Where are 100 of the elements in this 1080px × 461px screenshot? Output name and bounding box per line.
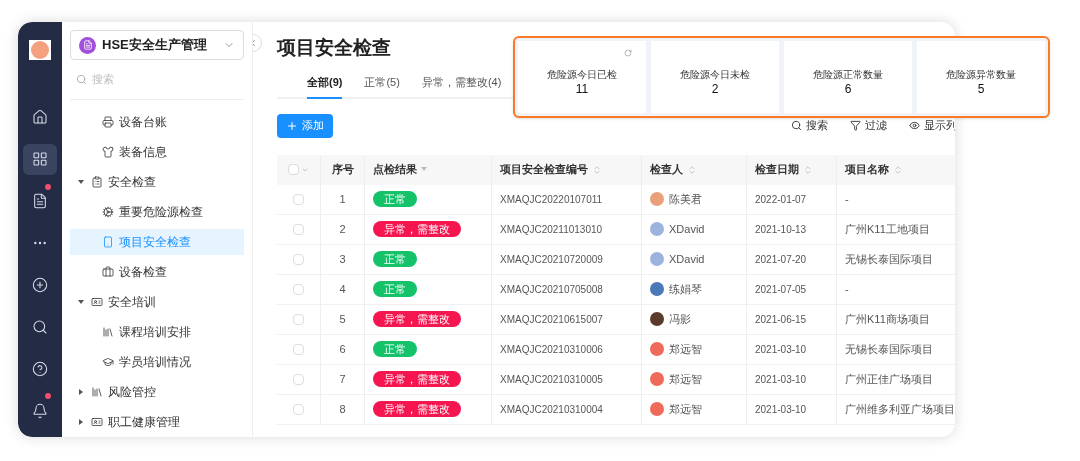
table-cell-text: 1 — [339, 191, 346, 207]
nav-item[interactable]: 课程培训安排 — [70, 319, 244, 345]
search-field[interactable]: 搜索 — [92, 71, 212, 88]
table-cell-text: 2022-01-07 — [755, 192, 807, 207]
app-switcher[interactable]: HSE安全生产管理 — [70, 30, 244, 60]
nav-item[interactable]: 职工健康管理 — [70, 409, 244, 435]
logo-icon — [29, 40, 51, 60]
books-icon — [91, 386, 103, 398]
table-cell-text: 广州正佳广场项目 — [845, 371, 933, 387]
table-cell-text: 2021-10-13 — [755, 222, 807, 237]
avatar-icon — [650, 372, 664, 386]
tab[interactable]: 全部(9) — [307, 74, 343, 99]
row-checkbox[interactable] — [293, 253, 304, 265]
table-cell-text: 郑远智 — [669, 401, 702, 417]
column-header: 点检结果 — [373, 162, 417, 178]
phone-icon — [102, 236, 114, 248]
select-all-checkbox[interactable] — [288, 164, 299, 175]
caret-icon — [78, 389, 84, 395]
search-icon — [76, 74, 87, 85]
filter-icon — [850, 120, 861, 131]
sort-icon[interactable] — [893, 164, 903, 175]
column-header: 检查人 — [650, 162, 683, 178]
nav-item[interactable]: 学员培训情况 — [70, 349, 244, 375]
gear-icon — [102, 206, 114, 218]
row-checkbox[interactable] — [293, 343, 304, 355]
nav-item[interactable]: 装备信息 — [70, 139, 244, 165]
filter-caret-icon[interactable] — [421, 167, 427, 172]
table-cell-text: 8 — [339, 401, 346, 417]
table-cell-text: XDavid — [669, 251, 705, 267]
status-tag: 异常，需整改 — [373, 221, 461, 237]
status-tag: 正常 — [373, 281, 417, 297]
printer-icon — [102, 116, 114, 128]
stat-value: 11 — [575, 81, 589, 96]
status-tag: 正常 — [373, 251, 417, 267]
refresh-icon[interactable] — [624, 49, 632, 57]
table-cell-text: 2021-03-10 — [755, 342, 807, 357]
nav-item[interactable]: 重要危险源检查 — [70, 199, 244, 225]
table-cell-text: 7 — [339, 371, 346, 387]
table-cell-text: 2021-06-15 — [755, 312, 807, 327]
status-tag: 异常，需整改 — [373, 371, 461, 387]
sort-icon[interactable] — [687, 164, 697, 175]
table-cell-text: 广州维多利亚广场项目 — [845, 401, 955, 417]
nav-item[interactable]: 风险管控 — [70, 379, 244, 405]
table-cell-text: 无锡长泰国际项目 — [845, 251, 933, 267]
caret-icon — [78, 419, 84, 425]
stat-label: 危险源正常数量 — [813, 67, 883, 82]
eye-icon — [909, 120, 920, 131]
table-cell-text: 2021-03-10 — [755, 402, 807, 417]
plus-icon — [286, 119, 298, 132]
row-checkbox[interactable] — [293, 283, 304, 295]
row-checkbox[interactable] — [293, 313, 304, 325]
table-cell-text: - — [845, 191, 849, 207]
nav-item[interactable]: 安全培训 — [70, 289, 244, 315]
table-cell-text: 2 — [339, 221, 346, 237]
table-cell-text: XMAQJC20211013010 — [500, 222, 603, 237]
caret-icon — [78, 299, 84, 305]
row-checkbox[interactable] — [293, 193, 304, 205]
table-cell-text: 4 — [339, 281, 346, 297]
column-header: 项目名称 — [845, 162, 889, 178]
table-cell-text: 郑远智 — [669, 371, 702, 387]
tab[interactable]: 异常，需整改(4) — [421, 74, 502, 99]
table-cell-text: XMAQJC20210615007 — [500, 312, 603, 327]
stat-label: 危险源今日未检 — [680, 67, 750, 82]
stat-value: 5 — [977, 81, 985, 96]
row-checkbox[interactable] — [293, 223, 304, 235]
table-cell-text: XMAQJC20220107011 — [500, 192, 603, 207]
page-title: 项目安全检查 — [277, 36, 391, 60]
books-icon — [102, 326, 114, 338]
status-tag: 正常 — [373, 191, 417, 207]
toolbar-button[interactable]: 过滤 — [850, 117, 887, 134]
table-cell-text: 2021-07-05 — [755, 282, 807, 297]
table-cell-text: XDavid — [669, 221, 705, 237]
row-checkbox[interactable] — [293, 373, 304, 385]
column-header: 序号 — [331, 162, 354, 178]
tab[interactable]: 正常(5) — [364, 74, 400, 99]
table-cell-text: XMAQJC20210310006 — [500, 342, 603, 357]
nav-item[interactable]: 安全检查 — [70, 169, 244, 195]
nav-item[interactable]: 设备台账 — [70, 109, 244, 135]
sort-icon[interactable] — [592, 164, 602, 175]
id-card-icon — [91, 296, 103, 308]
row-checkbox[interactable] — [293, 403, 304, 415]
app-name: HSE安全生产管理 — [102, 36, 208, 55]
nav-item[interactable]: 设备检查 — [70, 259, 244, 285]
stat-label: 危险源今日已检 — [547, 67, 617, 82]
app-icon — [79, 36, 96, 54]
table-cell-text: 练娟琴 — [669, 281, 702, 297]
graduation-cap-icon — [102, 356, 114, 368]
toolbar-button[interactable]: 搜索 — [791, 117, 828, 134]
apps-icon[interactable] — [23, 143, 57, 175]
avatar-icon — [650, 342, 664, 356]
sort-icon[interactable] — [803, 164, 813, 175]
avatar-icon — [650, 312, 664, 326]
shirt-icon — [102, 146, 114, 158]
table-cell-text: XMAQJC20210720009 — [500, 252, 603, 267]
avatar-icon — [650, 282, 664, 296]
stat-label: 危险源异常数量 — [946, 67, 1016, 82]
table-cell-text: 广州K11工地项目 — [845, 221, 930, 237]
table-cell-text: 冯影 — [669, 311, 691, 327]
table-cell-text: 6 — [339, 341, 346, 357]
status-tag: 异常，需整改 — [373, 401, 461, 417]
